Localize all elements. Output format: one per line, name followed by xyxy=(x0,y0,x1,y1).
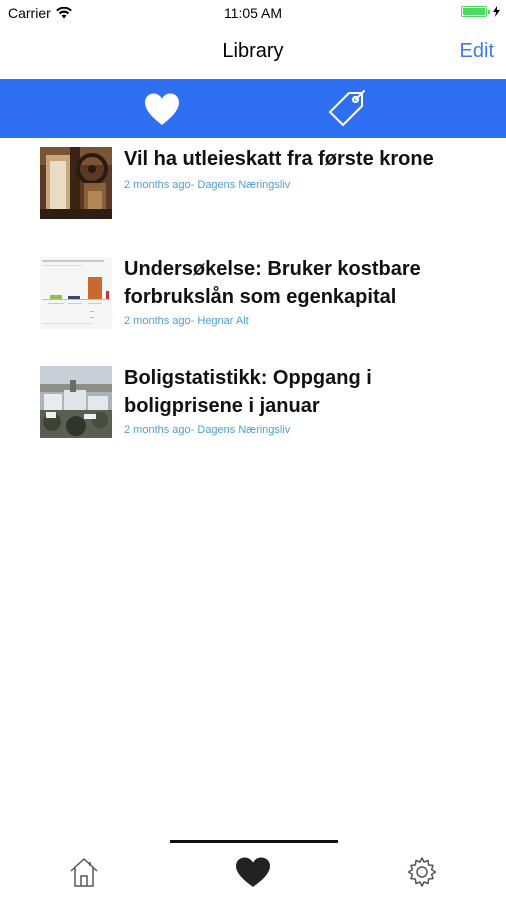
article-thumbnail xyxy=(40,147,112,219)
article-title: Boligstatistikk: Oppgang i boligprisene … xyxy=(124,367,372,417)
article-thumbnail xyxy=(40,257,112,329)
clock: 11:05 AM xyxy=(223,5,283,21)
tab-settings[interactable] xyxy=(402,854,442,890)
tab-favorites[interactable] xyxy=(233,854,273,890)
gear-icon xyxy=(407,857,437,887)
article-row[interactable]: Vil ha utleieskatt fra første krone 2 mo… xyxy=(0,147,506,221)
page-title: Library xyxy=(222,40,284,62)
tab-bar xyxy=(0,840,506,900)
edit-button[interactable]: Edit xyxy=(460,40,494,63)
heart-icon xyxy=(145,93,179,125)
article-row[interactable]: Boligstatistikk: Oppgang i boligprisene … xyxy=(0,366,506,440)
article-title: Undersøkelse: Bruker kostbare forbrukslå… xyxy=(124,258,421,308)
article-title: Vil ha utleieskatt fra første krone xyxy=(124,148,434,170)
charging-bolt-icon xyxy=(493,6,500,17)
battery-icon xyxy=(461,6,487,17)
status-bar: Carrier 11:05 AM xyxy=(0,0,506,28)
tag-icon xyxy=(329,89,365,126)
segment-favorites[interactable] xyxy=(102,79,222,138)
segment-bar xyxy=(0,79,506,138)
segment-tags[interactable] xyxy=(286,79,406,138)
article-meta: 2 months ago- Dagens Næringsliv xyxy=(124,179,291,191)
article-row[interactable]: Undersøkelse: Bruker kostbare forbrukslå… xyxy=(0,257,506,331)
interior-photo-thumbnail xyxy=(40,147,112,219)
battery-tip xyxy=(488,9,490,14)
heart-icon xyxy=(236,857,270,887)
bar-chart-image-thumbnail xyxy=(40,257,112,329)
selected-tab-indicator xyxy=(170,840,338,843)
article-meta: 2 months ago- Dagens Næringsliv xyxy=(124,424,291,436)
article-meta: 2 months ago- Hegnar Alt xyxy=(124,315,249,327)
article-thumbnail xyxy=(40,366,112,438)
library-screen: Carrier 11:05 AM Library Edit Vil ha utl… xyxy=(0,0,506,900)
battery-indicator xyxy=(461,6,500,17)
city-snow-photo-thumbnail xyxy=(40,366,112,438)
home-icon xyxy=(70,858,98,887)
navigation-bar: Library Edit xyxy=(0,28,506,78)
tab-home[interactable] xyxy=(64,854,104,890)
